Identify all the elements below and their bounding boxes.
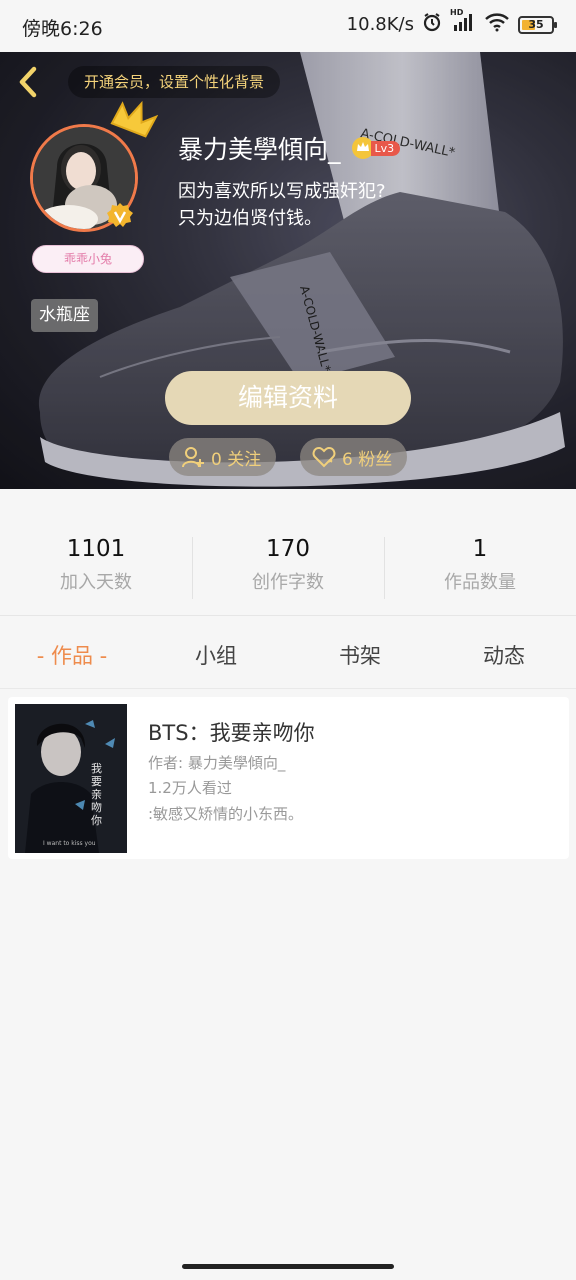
following-button[interactable]: 0 关注	[169, 438, 276, 476]
level-badge: Lv3	[351, 136, 401, 160]
work-title[interactable]: BTS：我要亲吻你	[148, 717, 315, 747]
stat-value: 1101	[66, 536, 126, 562]
fans-count: 6 粉丝	[342, 449, 393, 470]
back-button[interactable]	[14, 64, 44, 100]
status-icons: 10.8K/s HD 35	[346, 8, 557, 37]
bio-line-1: 因为喜欢所以写成强奸犯?	[178, 181, 386, 202]
stat-works-count: 1 作品数量	[384, 536, 576, 594]
vip-banner[interactable]: 开通会员，设置个性化背景	[68, 66, 281, 98]
tab-bar: - 作品 - 小组 书架 动态	[0, 617, 576, 689]
stat-join-days: 1101 加入天数	[0, 536, 192, 594]
tab-bookshelf[interactable]: 书架	[288, 640, 432, 670]
list-item[interactable]: 我要亲吻你 I want to kiss you BTS：我要亲吻你 作者: 暴…	[8, 697, 569, 859]
works-list: 我要亲吻你 I want to kiss you BTS：我要亲吻你 作者: 暴…	[0, 690, 576, 1270]
work-description: :敏感又矫情的小东西。	[148, 805, 304, 823]
tab-works[interactable]: - 作品 -	[0, 640, 144, 670]
stat-label: 创作字数	[252, 572, 324, 593]
level-text: Lv3	[370, 140, 401, 156]
status-bar: 傍晚6:26 10.8K/s HD 35	[0, 0, 576, 52]
stat-value: 170	[266, 536, 310, 562]
alarm-icon	[422, 12, 442, 37]
stat-label: 作品数量	[444, 572, 516, 593]
hd-label: HD	[450, 8, 464, 17]
work-author: 作者: 暴力美學傾向_	[148, 754, 286, 772]
battery-level: 35	[528, 18, 544, 31]
profile-header: A-COLD-WALL* A-COLD-WALL* 开通会员，设置个性化背景 乖…	[0, 52, 576, 489]
username: 暴力美學傾向_	[178, 135, 341, 164]
bio-line-2: 只为边伯贤付钱。	[178, 208, 322, 229]
pet-tag: 乖乖小兔	[32, 245, 144, 273]
cover-title: 我要亲吻你	[91, 762, 102, 827]
status-time: 傍晚6:26	[22, 18, 103, 40]
heart-icon	[312, 446, 336, 468]
stat-value: 1	[472, 536, 488, 562]
stat-label: 加入天数	[60, 572, 132, 593]
wifi-icon	[484, 12, 510, 37]
signal-icon: HD	[450, 8, 476, 37]
edit-profile-button[interactable]: 编辑资料	[165, 371, 411, 425]
tab-activity[interactable]: 动态	[432, 640, 576, 670]
add-user-icon	[182, 447, 204, 468]
crown-icon	[110, 100, 159, 146]
home-indicator[interactable]	[182, 1264, 394, 1269]
work-views: 1.2万人看过	[148, 779, 232, 797]
cover-subtitle: I want to kiss you	[43, 840, 96, 847]
network-speed: 10.8K/s	[346, 14, 414, 35]
tab-groups[interactable]: 小组	[144, 640, 288, 670]
work-cover: 我要亲吻你 I want to kiss you	[15, 704, 127, 853]
username-row: 暴力美學傾向_ Lv3	[178, 130, 401, 166]
zodiac-tag: 水瓶座	[31, 299, 98, 332]
following-count: 0 关注	[211, 449, 262, 470]
verified-icon	[106, 202, 134, 230]
battery-icon: 35	[518, 15, 557, 34]
fans-button[interactable]: 6 粉丝	[300, 438, 407, 476]
bio: 因为喜欢所以写成强奸犯? 只为边伯贤付钱。	[178, 178, 386, 232]
stat-word-count: 170 创作字数	[192, 536, 384, 594]
stats-bar: 1101 加入天数 170 创作字数 1 作品数量	[0, 489, 576, 616]
